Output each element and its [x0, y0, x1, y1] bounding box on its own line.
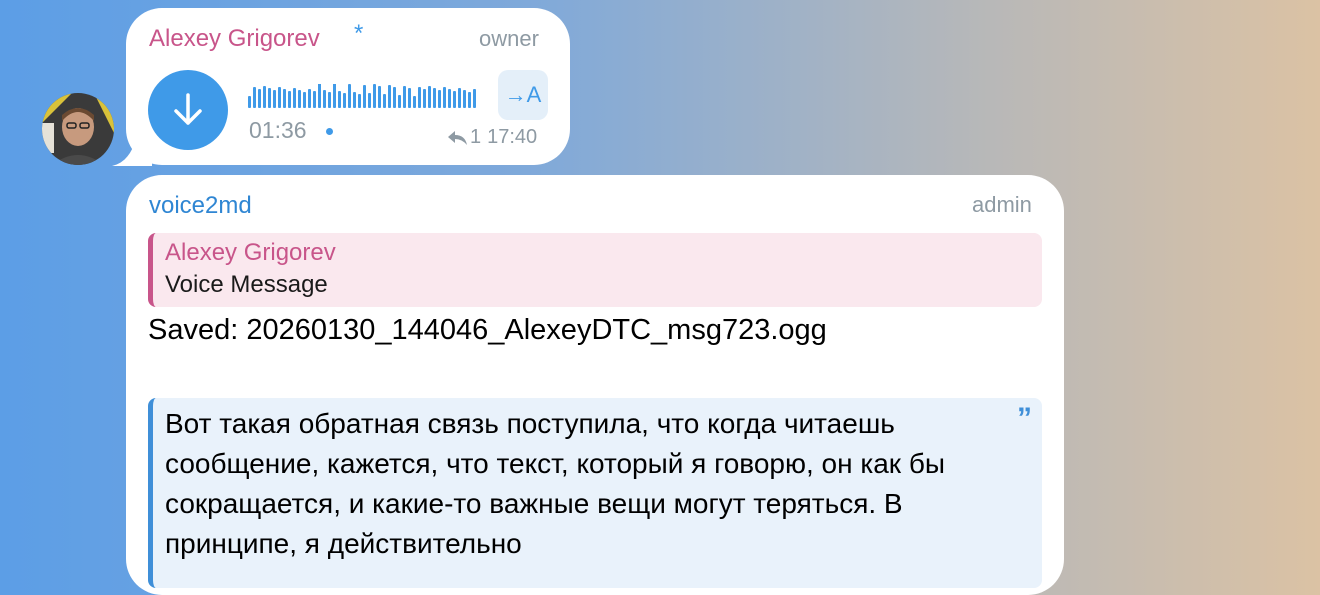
waveform-bar — [453, 91, 456, 108]
waveform-bar — [433, 88, 436, 108]
waveform-bar — [283, 89, 286, 108]
waveform-bar — [438, 90, 441, 108]
waveform-bar — [458, 88, 461, 108]
transcript-text: Вот такая обратная связь поступила, что … — [165, 408, 945, 559]
waveform-bar — [308, 89, 311, 108]
waveform-bar — [263, 86, 266, 108]
waveform-bar — [428, 86, 431, 108]
waveform-bar — [358, 94, 361, 108]
waveform-bar — [443, 87, 446, 108]
waveform-bar — [338, 91, 341, 108]
waveform-bar — [423, 89, 426, 108]
waveform-bar — [378, 86, 381, 108]
waveform-bar — [353, 92, 356, 108]
message-time: 17:40 — [487, 126, 538, 148]
waveform-bar — [448, 89, 451, 108]
reply-quote[interactable]: Alexey Grigorev Voice Message — [148, 233, 1042, 307]
waveform-bar — [268, 88, 271, 108]
sender-badge-icon: * — [354, 20, 364, 47]
waveform-bar — [298, 90, 301, 108]
waveform-bar — [303, 92, 306, 108]
waveform-bar — [278, 87, 281, 108]
waveform-bar — [363, 85, 366, 108]
waveform-bar — [383, 94, 386, 108]
waveform-bar — [403, 86, 406, 108]
translate-icon: →A — [504, 82, 542, 107]
waveform-bar — [418, 87, 421, 108]
waveform-bar — [313, 91, 316, 108]
waveform-bar — [388, 85, 391, 108]
transcript-blockquote: Вот такая обратная связь поступила, что … — [148, 398, 1042, 588]
waveform-bar — [348, 84, 351, 108]
waveform-bar — [343, 93, 346, 108]
waveform-bar — [408, 88, 411, 108]
waveform-bar — [463, 90, 466, 108]
translate-button[interactable]: →A — [498, 70, 548, 120]
sender-avatar[interactable] — [42, 93, 114, 165]
download-icon — [174, 93, 202, 125]
bot-sender-name[interactable]: voice2md — [149, 192, 252, 220]
waveform-bar — [333, 84, 336, 108]
waveform-bar — [373, 84, 376, 108]
voice-duration: 01:36 — [249, 117, 307, 143]
waveform-bar — [253, 87, 256, 108]
saved-file-text: Saved: 20260130_144046_AlexeyDTC_msg723.… — [148, 314, 827, 346]
waveform-bar — [393, 87, 396, 108]
voice-waveform[interactable] — [248, 84, 478, 108]
message-meta: 1 17:40 — [446, 126, 537, 149]
waveform-bar — [398, 95, 401, 108]
waveform-bar — [328, 92, 331, 108]
bot-sender-role: admin — [972, 192, 1032, 217]
reply-quote-author: Alexey Grigorev — [165, 239, 336, 266]
unplayed-dot — [326, 128, 333, 135]
waveform-bar — [473, 89, 476, 108]
reply-arrow-icon[interactable] — [446, 129, 468, 147]
waveform-bar — [318, 84, 321, 108]
waveform-bar — [413, 96, 416, 108]
quote-icon: ” — [1017, 402, 1032, 435]
waveform-bar — [323, 90, 326, 108]
waveform-bar — [368, 93, 371, 108]
download-button[interactable] — [148, 70, 228, 150]
reply-quote-text: Voice Message — [165, 271, 328, 298]
waveform-bar — [273, 90, 276, 108]
waveform-bar — [248, 96, 251, 108]
waveform-bar — [288, 91, 291, 108]
voice-sender-name[interactable]: Alexey Grigorev — [149, 25, 320, 53]
waveform-bar — [258, 89, 261, 108]
waveform-bar — [293, 88, 296, 108]
waveform-bar — [468, 92, 471, 108]
voice-sender-role: owner — [479, 26, 539, 51]
reply-count[interactable]: 1 — [470, 126, 481, 149]
